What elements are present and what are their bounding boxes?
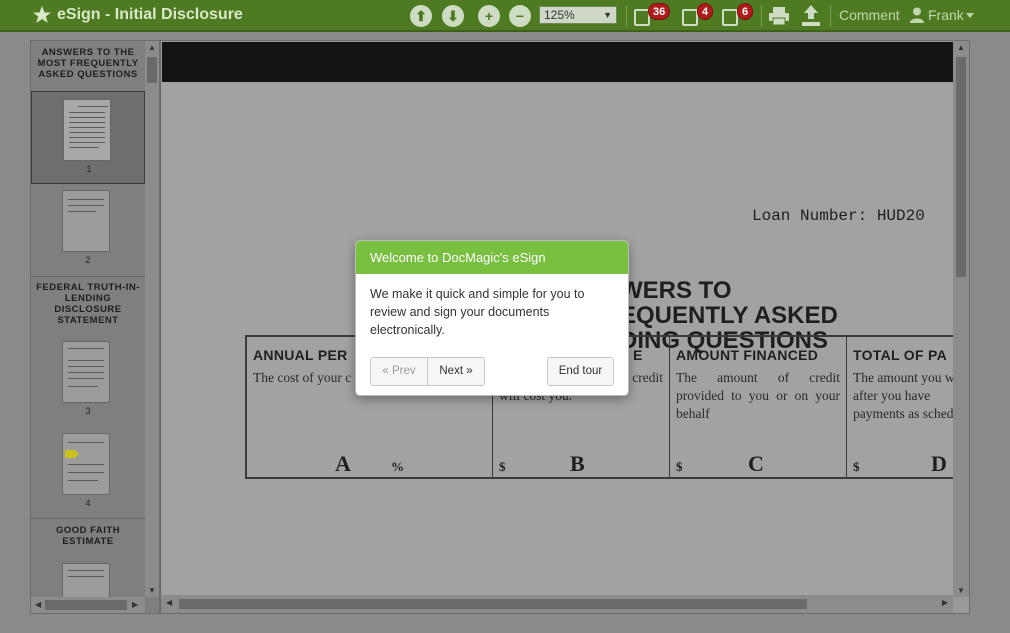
thumbnail-page-3[interactable]: 3	[31, 336, 145, 421]
cell-letter: A	[335, 451, 351, 476]
thumbnail-page-1[interactable]: 1	[31, 91, 145, 184]
cell-description: credit	[632, 370, 663, 385]
amount-financed-cell: AMOUNT FINANCED The amount of credit pro…	[670, 337, 847, 477]
tour-message: We make it quick and simple for you to r…	[370, 287, 585, 337]
initial-fields-button[interactable]: 4	[682, 3, 714, 27]
page-thumbnail-image	[62, 341, 110, 403]
scroll-down-icon[interactable]: ▼	[957, 586, 965, 595]
docmagic-logo-icon	[33, 6, 51, 23]
date-fields-button[interactable]: 6	[722, 3, 754, 27]
zoom-select[interactable]: 125% ▼	[539, 6, 617, 24]
section-title[interactable]: FEDERAL TRUTH-IN-LENDING DISCLOSURE STAT…	[31, 282, 145, 326]
chevron-down-icon: ▼	[603, 10, 612, 20]
scroll-up-icon[interactable]: ▲	[957, 43, 965, 52]
total-of-payments-cell: TOTAL OF PA The amount you w after you h…	[847, 337, 954, 477]
scrollbar-thumb[interactable]	[179, 599, 807, 609]
toolbar-divider	[626, 5, 627, 27]
scrollbar-thumb[interactable]	[147, 57, 157, 83]
title-line: WERS TO	[620, 277, 732, 304]
app-title: eSign - Initial Disclosure	[57, 6, 243, 23]
page-thumbnail-image	[62, 433, 110, 495]
toolbar-divider	[830, 5, 831, 27]
cell-heading: AMOUNT FINANCED	[676, 347, 819, 363]
page-number: 1	[86, 164, 92, 174]
tour-next-button[interactable]: Next »	[427, 357, 485, 386]
page-number: 3	[85, 406, 91, 416]
print-icon[interactable]	[768, 6, 790, 26]
user-icon	[910, 7, 924, 23]
page-number: 2	[85, 255, 91, 265]
sidebar-horizontal-scrollbar[interactable]: ◀ ▶	[31, 597, 145, 613]
scroll-down-icon[interactable]: ▼	[148, 586, 156, 595]
thumbnail-sidebar: ANSWERS TO THE MOST FREQUENTLY ASKED QUE…	[30, 40, 160, 614]
scroll-left-icon[interactable]: ◀	[166, 598, 172, 607]
scrollbar-thumb[interactable]	[956, 57, 966, 277]
user-menu[interactable]: Frank	[928, 7, 964, 23]
thumbnail-page-2[interactable]: 2	[31, 184, 145, 276]
page-number: 4	[85, 498, 91, 508]
cell-symbol: $	[499, 459, 506, 474]
sidebar-vertical-scrollbar[interactable]: ▲ ▼	[145, 41, 159, 597]
zoom-value: 125%	[544, 8, 575, 22]
cell-description: The amount you w after you have payments…	[853, 370, 954, 421]
title-line: EQUENTLY ASKED	[620, 302, 838, 329]
page-top-band	[162, 42, 954, 82]
top-toolbar: eSign - Initial Disclosure ⬆ ⬇ + − 125% …	[0, 0, 1010, 32]
scroll-right-icon[interactable]: ▶	[942, 598, 948, 607]
tour-prev-button[interactable]: « Prev	[370, 357, 428, 386]
previous-page-icon[interactable]: ⬆	[410, 5, 432, 27]
calendar-document-icon	[722, 9, 738, 26]
signature-count-badge: 36	[648, 3, 671, 20]
end-tour-button[interactable]: End tour	[547, 357, 614, 386]
tour-title: Welcome to DocMagic's eSign	[356, 241, 628, 274]
cell-letter: C	[748, 451, 764, 476]
next-page-icon[interactable]: ⬇	[442, 5, 464, 27]
cell-symbol: %	[391, 459, 404, 474]
chevron-down-icon[interactable]	[966, 13, 974, 18]
zoom-in-icon[interactable]: +	[478, 5, 500, 27]
upload-icon[interactable]	[800, 4, 822, 28]
cell-description: The amount of credit provided to you or …	[676, 370, 840, 421]
section-title[interactable]: GOOD FAITH ESTIMATE	[31, 525, 145, 547]
page-thumbnail-image	[62, 190, 110, 252]
thumbnail-page-4[interactable]: 4	[31, 428, 145, 513]
section-title[interactable]: ANSWERS TO THE MOST FREQUENTLY ASKED QUE…	[31, 47, 145, 80]
cell-heading: E	[633, 347, 643, 363]
document-vertical-scrollbar[interactable]: ▲ ▼	[953, 41, 969, 597]
cell-symbol: $	[853, 459, 860, 474]
pencil-document-icon	[682, 9, 698, 26]
scroll-left-icon[interactable]: ◀	[35, 600, 41, 609]
document-horizontal-scrollbar[interactable]: ◀ ▶	[161, 595, 953, 613]
section-divider	[31, 276, 145, 277]
cell-letter: D	[931, 451, 947, 476]
cell-heading: TOTAL OF PA	[853, 347, 948, 363]
signature-fields-button[interactable]: 36	[634, 3, 671, 27]
scroll-right-icon[interactable]: ▶	[132, 600, 138, 609]
sign-here-flag-icon	[65, 450, 79, 458]
cell-letter: B	[570, 451, 585, 476]
cell-symbol: $	[676, 459, 683, 474]
loan-number: Loan Number: HUD20	[752, 207, 925, 225]
welcome-tour-popover: Welcome to DocMagic's eSign We make it q…	[355, 240, 629, 396]
zoom-out-icon[interactable]: −	[509, 5, 531, 27]
comment-link[interactable]: Comment	[839, 7, 900, 23]
page-thumbnail-image	[63, 99, 111, 161]
scrollbar-thumb[interactable]	[45, 600, 127, 610]
section-divider	[31, 518, 145, 519]
initial-count-badge: 4	[697, 3, 714, 20]
scroll-up-icon[interactable]: ▲	[148, 43, 156, 52]
date-count-badge: 6	[737, 3, 754, 20]
cell-heading: ANNUAL PER	[253, 347, 348, 363]
toolbar-divider	[761, 5, 762, 27]
